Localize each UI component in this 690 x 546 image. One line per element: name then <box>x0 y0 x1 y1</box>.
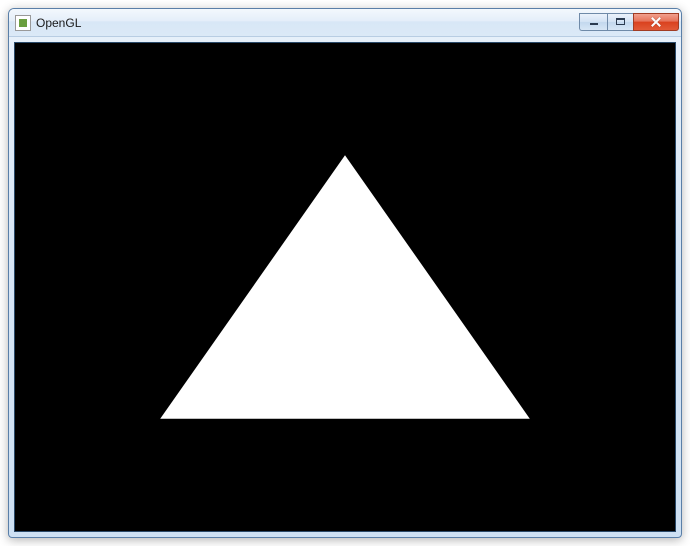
application-window: OpenGL <box>8 8 682 538</box>
app-icon <box>15 15 31 31</box>
minimize-icon <box>590 23 598 25</box>
maximize-icon <box>616 18 625 25</box>
minimize-button[interactable] <box>579 13 607 31</box>
app-icon-glyph <box>19 19 27 27</box>
window-title: OpenGL <box>36 17 579 29</box>
render-surface <box>15 43 675 531</box>
client-frame <box>9 37 681 537</box>
close-button[interactable] <box>633 13 679 31</box>
maximize-button[interactable] <box>607 13 633 31</box>
close-icon <box>651 17 662 26</box>
opengl-viewport <box>14 42 676 532</box>
titlebar[interactable]: OpenGL <box>9 9 681 37</box>
window-controls <box>579 13 679 31</box>
triangle-shape <box>160 155 530 419</box>
